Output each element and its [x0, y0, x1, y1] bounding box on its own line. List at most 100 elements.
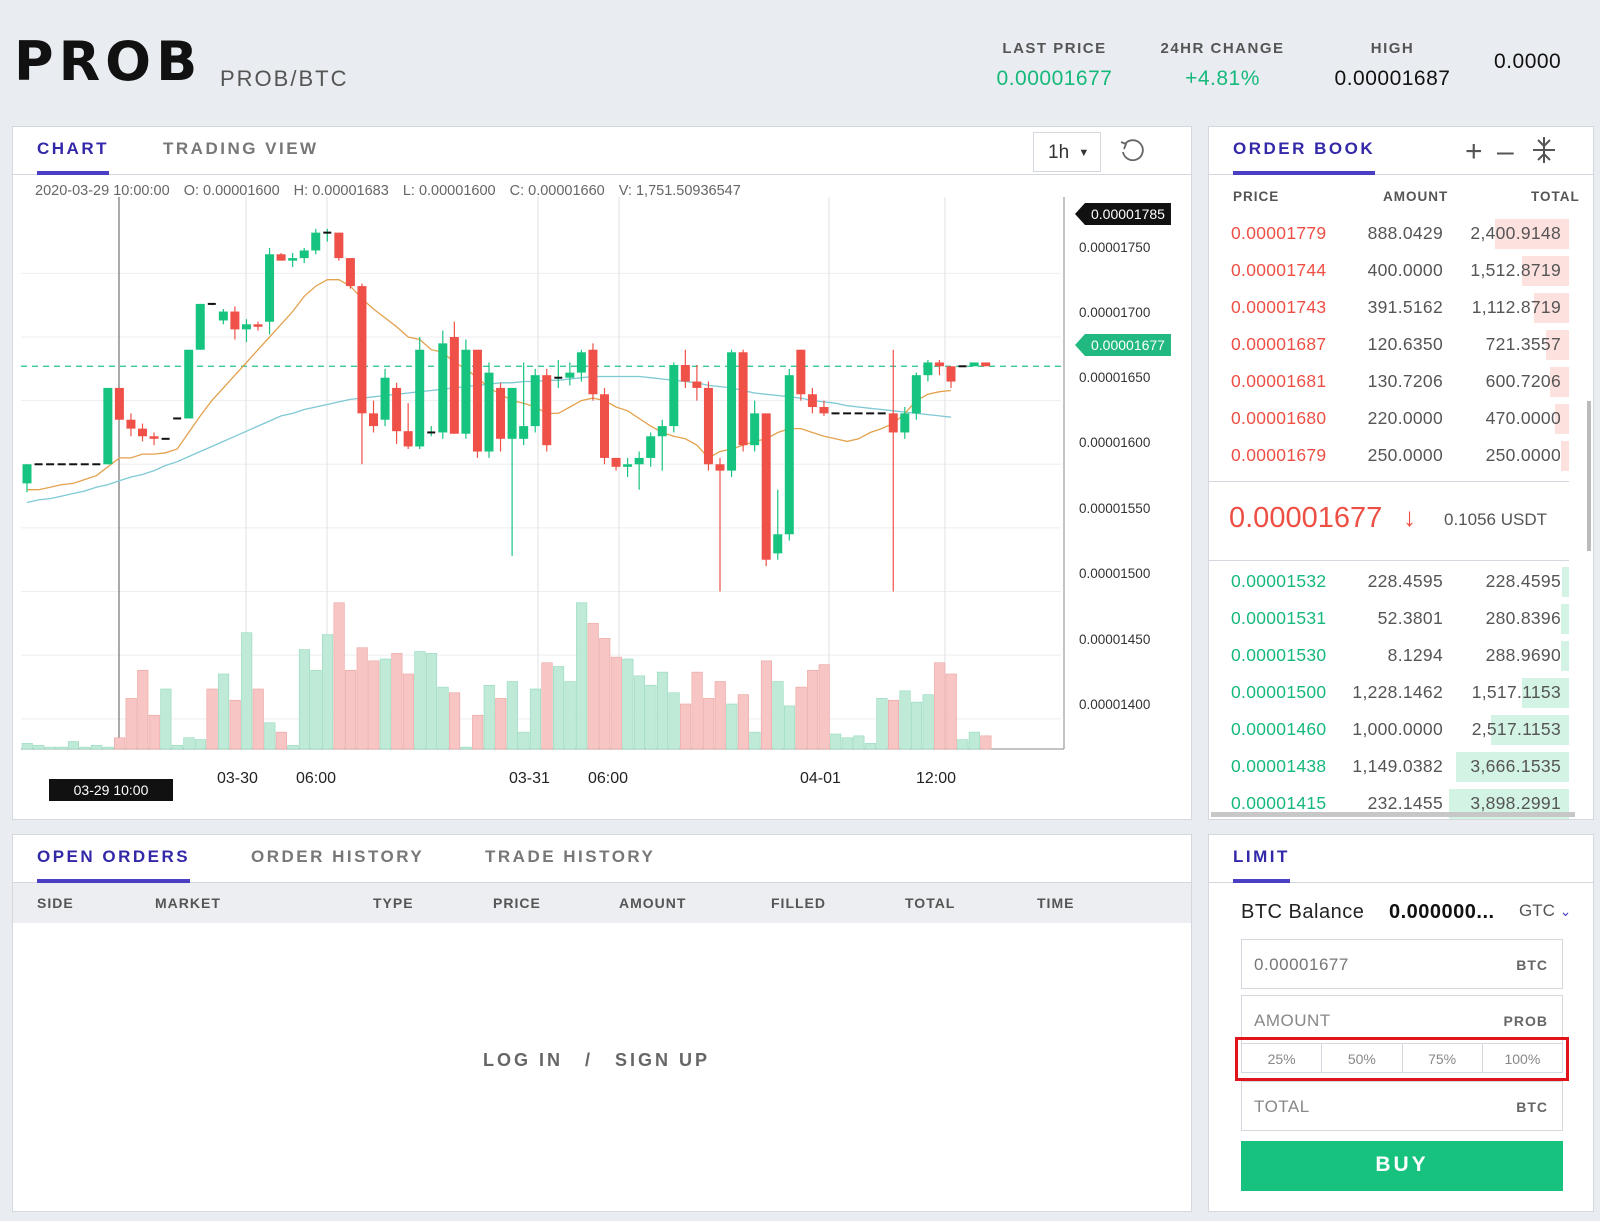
volume-bar: [33, 744, 45, 750]
volume-bar: [310, 669, 322, 750]
highlight-box: [1235, 1037, 1569, 1081]
volume-bar: [483, 684, 495, 750]
ob-scrollbar-v[interactable]: [1587, 401, 1591, 551]
volume-bar: [529, 688, 542, 750]
buy-button[interactable]: BUY: [1241, 1141, 1563, 1191]
candle-body: [888, 413, 898, 433]
col-amount: AMOUNT: [619, 895, 687, 911]
auth-separator: /: [585, 1050, 594, 1070]
stat-high: HIGH 0.00001687: [1330, 40, 1455, 91]
tif-select[interactable]: GTC ⌄: [1519, 901, 1571, 921]
volume-bar: [171, 744, 183, 750]
tab-order-history[interactable]: ORDER HISTORY: [251, 847, 424, 879]
tab-open-orders[interactable]: OPEN ORDERS: [37, 847, 191, 883]
stat-low: 0.0000: [1494, 40, 1600, 74]
volume-bar: [368, 660, 380, 750]
bid-total: 228.4595: [1485, 571, 1561, 591]
candle-body: [727, 352, 737, 471]
interval-select[interactable]: 1h ▼: [1033, 132, 1101, 172]
volume-bar: [645, 684, 657, 750]
ask-amount: 120.6350: [1367, 334, 1443, 354]
bid-row[interactable]: 0.00001532 228.4595 228.4595: [1209, 563, 1569, 599]
login-link[interactable]: LOG IN: [483, 1050, 563, 1070]
amount-input[interactable]: AMOUNT PROB: [1241, 995, 1563, 1043]
candle-body: [969, 362, 979, 367]
ask-price: 0.00001687: [1231, 334, 1327, 354]
bid-amount: 1,228.1462: [1352, 682, 1443, 702]
minus-icon[interactable]: –: [1497, 135, 1514, 169]
volume-bar: [587, 623, 599, 750]
ask-row[interactable]: 0.00001744 400.0000 1,512.8719: [1209, 252, 1569, 288]
volume-bar: [506, 681, 518, 750]
price-tick: 0.00001600: [1079, 435, 1151, 450]
price-chart[interactable]: [21, 197, 1071, 757]
candle-body: [530, 375, 540, 427]
candle-body: [288, 258, 298, 261]
tab-limit[interactable]: LIMIT: [1233, 847, 1290, 883]
candle-doji: [958, 365, 967, 368]
bid-total: 2,517.1153: [1471, 719, 1561, 739]
candle-body: [542, 375, 552, 446]
tab-trade-history[interactable]: TRADE HISTORY: [485, 847, 655, 879]
ob-scrollbar-h[interactable]: [1211, 812, 1575, 817]
orders-table-header: SIDE MARKET TYPE PRICE AMOUNT FILLED TOT…: [13, 883, 1191, 923]
bid-row[interactable]: 0.00001530 8.1294 288.9690: [1209, 637, 1569, 673]
total-input[interactable]: TOTAL BTC: [1241, 1081, 1563, 1131]
volume-bar: [610, 656, 622, 750]
col-price: PRICE: [493, 895, 541, 911]
bid-row[interactable]: 0.00001438 1,149.0382 3,666.1535: [1209, 748, 1569, 784]
col-time: TIME: [1037, 895, 1075, 911]
time-tick: 03-30: [217, 770, 258, 787]
price-input[interactable]: 0.00001677 BTC: [1241, 939, 1563, 989]
time-tick: 04-01: [800, 770, 841, 787]
ask-row[interactable]: 0.00001681 130.7206 600.7206: [1209, 363, 1569, 399]
candle-body: [900, 413, 910, 433]
ask-row[interactable]: 0.00001679 250.0000 250.0000: [1209, 437, 1569, 473]
ask-total: 1,512.8719: [1470, 260, 1561, 280]
ask-amount: 220.0000: [1367, 408, 1443, 428]
tab-chart[interactable]: CHART: [37, 139, 109, 175]
candle-body: [796, 349, 806, 395]
volume-bar: [206, 688, 218, 750]
ob-mid-price: 0.00001677 ↓ 0.1056 USDT: [1209, 481, 1569, 561]
ask-row[interactable]: 0.00001779 888.0429 2,400.9148: [1209, 215, 1569, 251]
volume-bar: [275, 731, 287, 750]
ask-row[interactable]: 0.00001743 391.5162 1,112.8719: [1209, 289, 1569, 325]
time-tick: 06:00: [296, 770, 337, 787]
bid-row[interactable]: 0.00001531 52.3801 280.8396: [1209, 600, 1569, 636]
bid-price: 0.00001532: [1231, 571, 1327, 591]
ask-row[interactable]: 0.00001680 220.0000 470.0000: [1209, 400, 1569, 436]
ask-price: 0.00001679: [1231, 445, 1327, 465]
volume-bar: [887, 699, 900, 750]
bid-row[interactable]: 0.00001500 1,228.1462 1,517.1153: [1209, 674, 1569, 710]
stat-label: LAST PRICE: [1002, 40, 1107, 57]
ask-row[interactable]: 0.00001687 120.6350 721.3557: [1209, 326, 1569, 362]
volume-bar: [749, 731, 761, 750]
stat-last-price: LAST PRICE 0.00001677: [992, 40, 1117, 91]
tab-trading-view[interactable]: TRADING VIEW: [163, 139, 319, 171]
candle-body: [588, 349, 598, 395]
stat-value: 0.00001677: [996, 67, 1113, 90]
ask-price: 0.00001743: [1231, 297, 1327, 317]
bid-amount: 8.1294: [1387, 645, 1443, 665]
signup-link[interactable]: SIGN UP: [615, 1050, 710, 1070]
volume-bar: [472, 714, 484, 750]
reset-icon[interactable]: [1119, 138, 1145, 164]
bid-total: 280.8396: [1485, 608, 1561, 628]
volume-bar: [495, 698, 507, 750]
candle-body: [253, 324, 263, 327]
candle-body: [138, 428, 147, 437]
bid-row[interactable]: 0.00001460 1,000.0000 2,517.1153: [1209, 711, 1569, 747]
candle-body: [230, 311, 240, 330]
stat-value: +4.81%: [1185, 67, 1260, 90]
volume-bar: [576, 602, 588, 750]
volume-bar: [437, 686, 449, 750]
stat-label: 24HR CHANGE: [1160, 40, 1285, 57]
candle-body: [634, 457, 644, 465]
expand-icon[interactable]: [1533, 137, 1555, 163]
mid-price: 0.00001677: [1229, 502, 1383, 534]
volume-bar: [391, 653, 403, 750]
tab-order-book[interactable]: ORDER BOOK: [1233, 139, 1376, 175]
volume-bar: [21, 743, 33, 750]
plus-icon[interactable]: +: [1465, 135, 1483, 169]
